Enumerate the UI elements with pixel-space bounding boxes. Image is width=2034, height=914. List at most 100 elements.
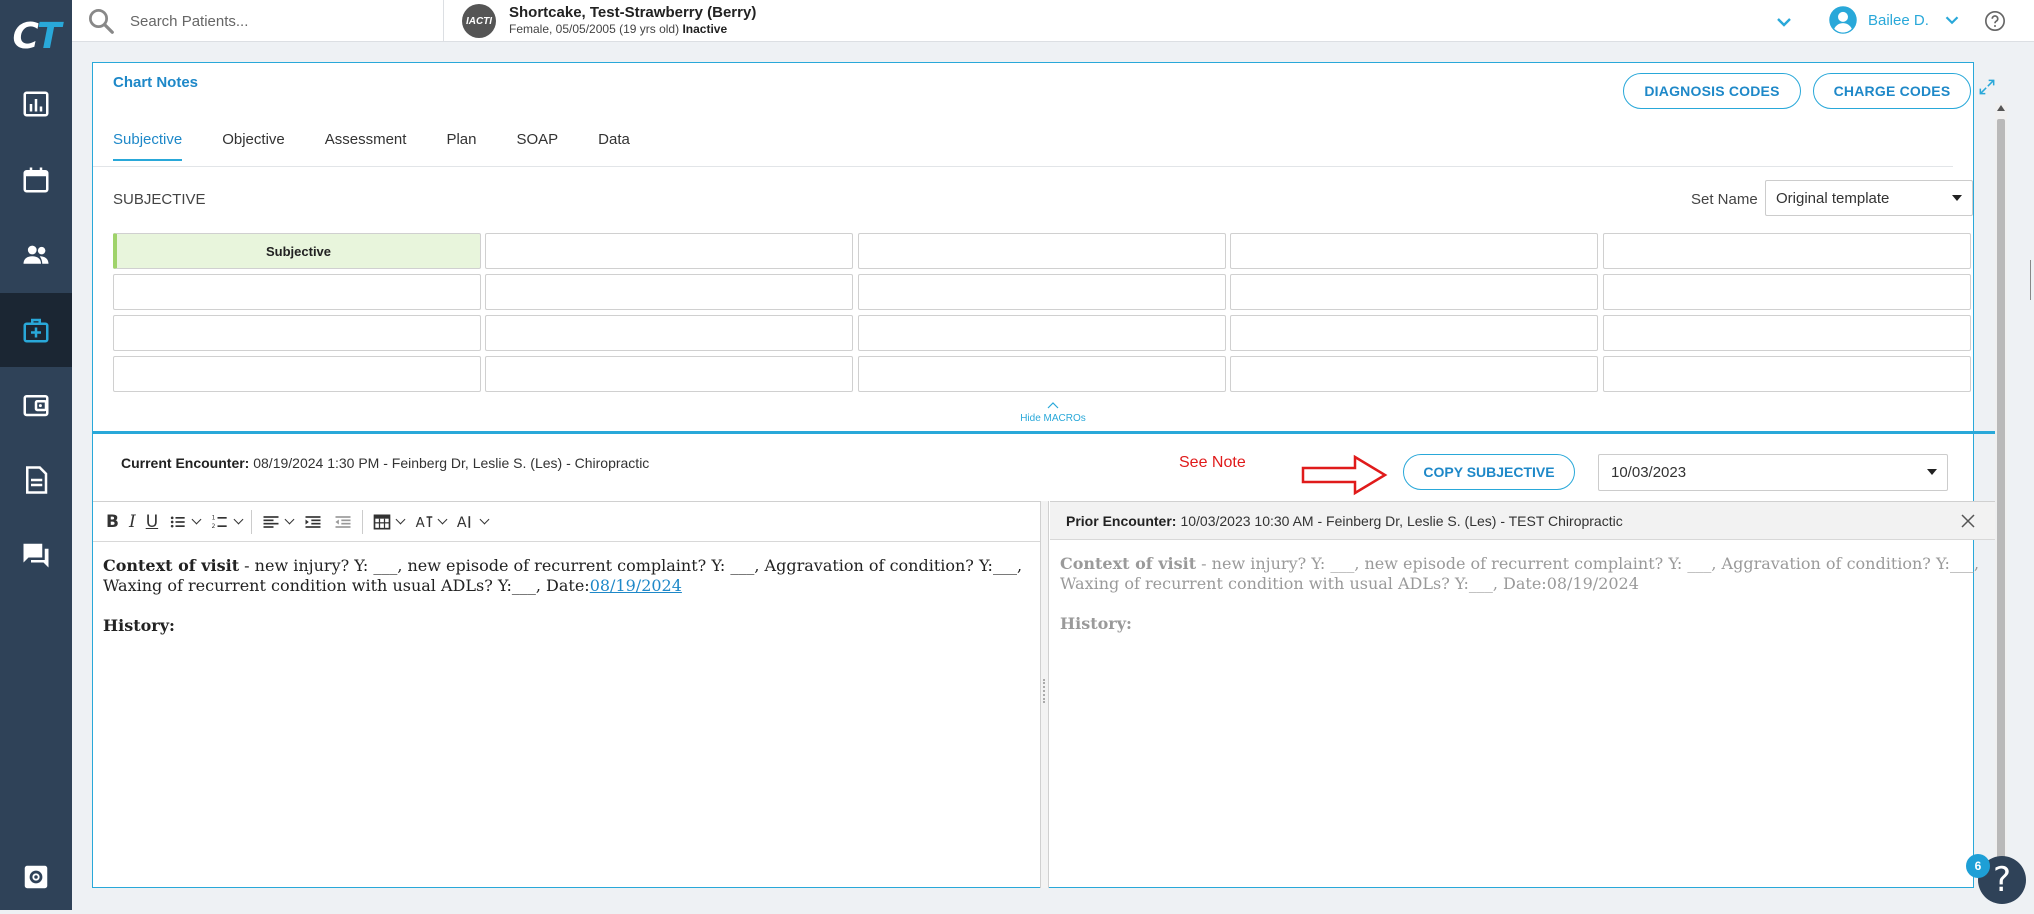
dashboard-icon: [23, 91, 49, 117]
user-avatar-icon: [1829, 6, 1857, 34]
macro-button[interactable]: [485, 274, 853, 310]
charge-codes-button[interactable]: CHARGE CODES: [1813, 73, 1971, 109]
nav-medical[interactable]: [0, 293, 72, 367]
tab-assessment[interactable]: Assessment: [325, 131, 407, 161]
italic-button[interactable]: I: [124, 508, 141, 536]
messages-icon: [23, 543, 49, 568]
macro-button[interactable]: [1603, 356, 1971, 392]
macro-button[interactable]: Subjective: [113, 233, 481, 269]
tab-objective[interactable]: Objective: [222, 131, 285, 161]
help-icon[interactable]: [1984, 10, 2006, 32]
caret-down-icon: [1927, 469, 1937, 475]
numbered-list-button[interactable]: 12: [205, 508, 247, 536]
align-button[interactable]: [256, 508, 298, 536]
macro-button[interactable]: [485, 233, 853, 269]
bold-icon: B: [106, 511, 119, 532]
see-note-annotation: See Note: [1179, 454, 1246, 471]
outdent-button[interactable]: [328, 508, 358, 536]
chevron-down-icon[interactable]: [1772, 10, 1796, 34]
macro-button[interactable]: [485, 315, 853, 351]
prior-encounter-pane: Prior Encounter: 10/03/2023 10:30 AM - F…: [1050, 501, 1995, 888]
text-style-button[interactable]: A: [409, 508, 451, 536]
editor-toolbar: B I U 12 A A: [93, 502, 1040, 542]
macro-button[interactable]: [1230, 315, 1598, 351]
splitter-grip[interactable]: [1043, 679, 1047, 703]
date-link[interactable]: 08/19/2024: [590, 576, 682, 595]
user-menu[interactable]: Bailee D.: [1828, 5, 1963, 35]
expand-icon[interactable]: [1977, 77, 1997, 97]
macro-button[interactable]: [113, 315, 481, 351]
nav-messages[interactable]: [0, 518, 72, 592]
context-text: - new injury? Y: ___, new episode of rec…: [103, 556, 1023, 595]
pane-splitter[interactable]: [1041, 501, 1049, 888]
align-left-icon: [263, 515, 279, 528]
diagnosis-codes-button[interactable]: DIAGNOSIS CODES: [1623, 73, 1801, 109]
macro-button[interactable]: [1603, 233, 1971, 269]
scroll-thumb[interactable]: [1997, 119, 2005, 859]
app-logo[interactable]: CT: [0, 0, 72, 72]
tab-data[interactable]: Data: [598, 131, 630, 161]
prior-encounter-select[interactable]: 10/03/2023: [1598, 454, 1948, 491]
hide-macros-toggle[interactable]: Hide MACROs: [983, 401, 1123, 425]
copy-subjective-button[interactable]: COPY SUBJECTIVE: [1403, 454, 1575, 490]
prior-date-value: 10/03/2023: [1611, 464, 1687, 481]
svg-text:1: 1: [212, 515, 216, 521]
tab-soap[interactable]: SOAP: [516, 131, 558, 161]
logo-letter-t: T: [36, 15, 62, 57]
current-encounter: Current Encounter: 08/19/2024 1:30 PM - …: [121, 455, 649, 471]
logo-letter-c: C: [12, 15, 39, 57]
bold-button[interactable]: B: [101, 508, 124, 536]
macro-button[interactable]: [113, 356, 481, 392]
macro-button[interactable]: [1603, 315, 1971, 351]
underline-button[interactable]: U: [141, 508, 163, 536]
nav-billing[interactable]: [0, 368, 72, 442]
font-size-icon: A: [457, 515, 471, 531]
macro-button[interactable]: [1230, 274, 1598, 310]
font-size-button[interactable]: A: [451, 508, 493, 536]
nav-settings[interactable]: [0, 840, 72, 914]
macro-button[interactable]: [858, 315, 1226, 351]
search-input[interactable]: [128, 11, 428, 31]
bullet-list-icon: [170, 516, 185, 527]
editor-content[interactable]: Context of visit - new injury? Y: ___, n…: [93, 542, 1040, 650]
wallet-icon: [23, 395, 49, 417]
tab-plan[interactable]: Plan: [446, 131, 476, 161]
table-button[interactable]: [367, 508, 409, 536]
toolbar-divider: [251, 509, 253, 534]
scroll-up-arrow[interactable]: [1997, 105, 2005, 111]
numbered-list-icon: 12: [212, 515, 227, 529]
macro-button[interactable]: [858, 274, 1226, 310]
chart-notes-panel: Chart Notes DIAGNOSIS CODES CHARGE CODES…: [92, 62, 2007, 888]
macro-button[interactable]: [858, 233, 1226, 269]
nav-dashboard[interactable]: [0, 67, 72, 141]
arrow-right-icon: [1301, 454, 1388, 496]
macro-button[interactable]: [858, 356, 1226, 392]
patient-avatar: IACTI: [462, 4, 496, 38]
nav-calendar[interactable]: [0, 143, 72, 217]
chevron-down-icon: [191, 514, 202, 525]
set-name-select[interactable]: Original template: [1765, 180, 1973, 216]
prior-history-label: History:: [1060, 614, 1132, 633]
table-icon: [373, 514, 391, 529]
svg-text:A: A: [416, 516, 425, 531]
patient-header[interactable]: IACTI Shortcake, Test-Strawberry (Berry)…: [462, 4, 756, 38]
chevron-down-icon: [437, 514, 448, 525]
search-icon[interactable]: [86, 6, 116, 36]
bullet-list-button[interactable]: [163, 508, 205, 536]
macro-button[interactable]: [1230, 233, 1598, 269]
context-label: Context of visit: [103, 556, 240, 575]
panel-scrollbar[interactable]: [1995, 103, 2007, 888]
nav-documents[interactable]: [0, 443, 72, 517]
macro-button[interactable]: [113, 274, 481, 310]
indent-button[interactable]: [298, 508, 328, 536]
settings-icon: [24, 865, 48, 889]
macro-button[interactable]: [485, 356, 853, 392]
document-icon: [26, 466, 48, 494]
help-fab-glyph: ?: [1992, 860, 2012, 900]
macro-button[interactable]: [1230, 356, 1598, 392]
nav-patients[interactable]: [0, 218, 72, 292]
close-icon[interactable]: [1959, 512, 1977, 530]
macro-button[interactable]: [1603, 274, 1971, 310]
tab-subjective[interactable]: Subjective: [113, 131, 183, 161]
chevron-down-icon: [233, 514, 244, 525]
